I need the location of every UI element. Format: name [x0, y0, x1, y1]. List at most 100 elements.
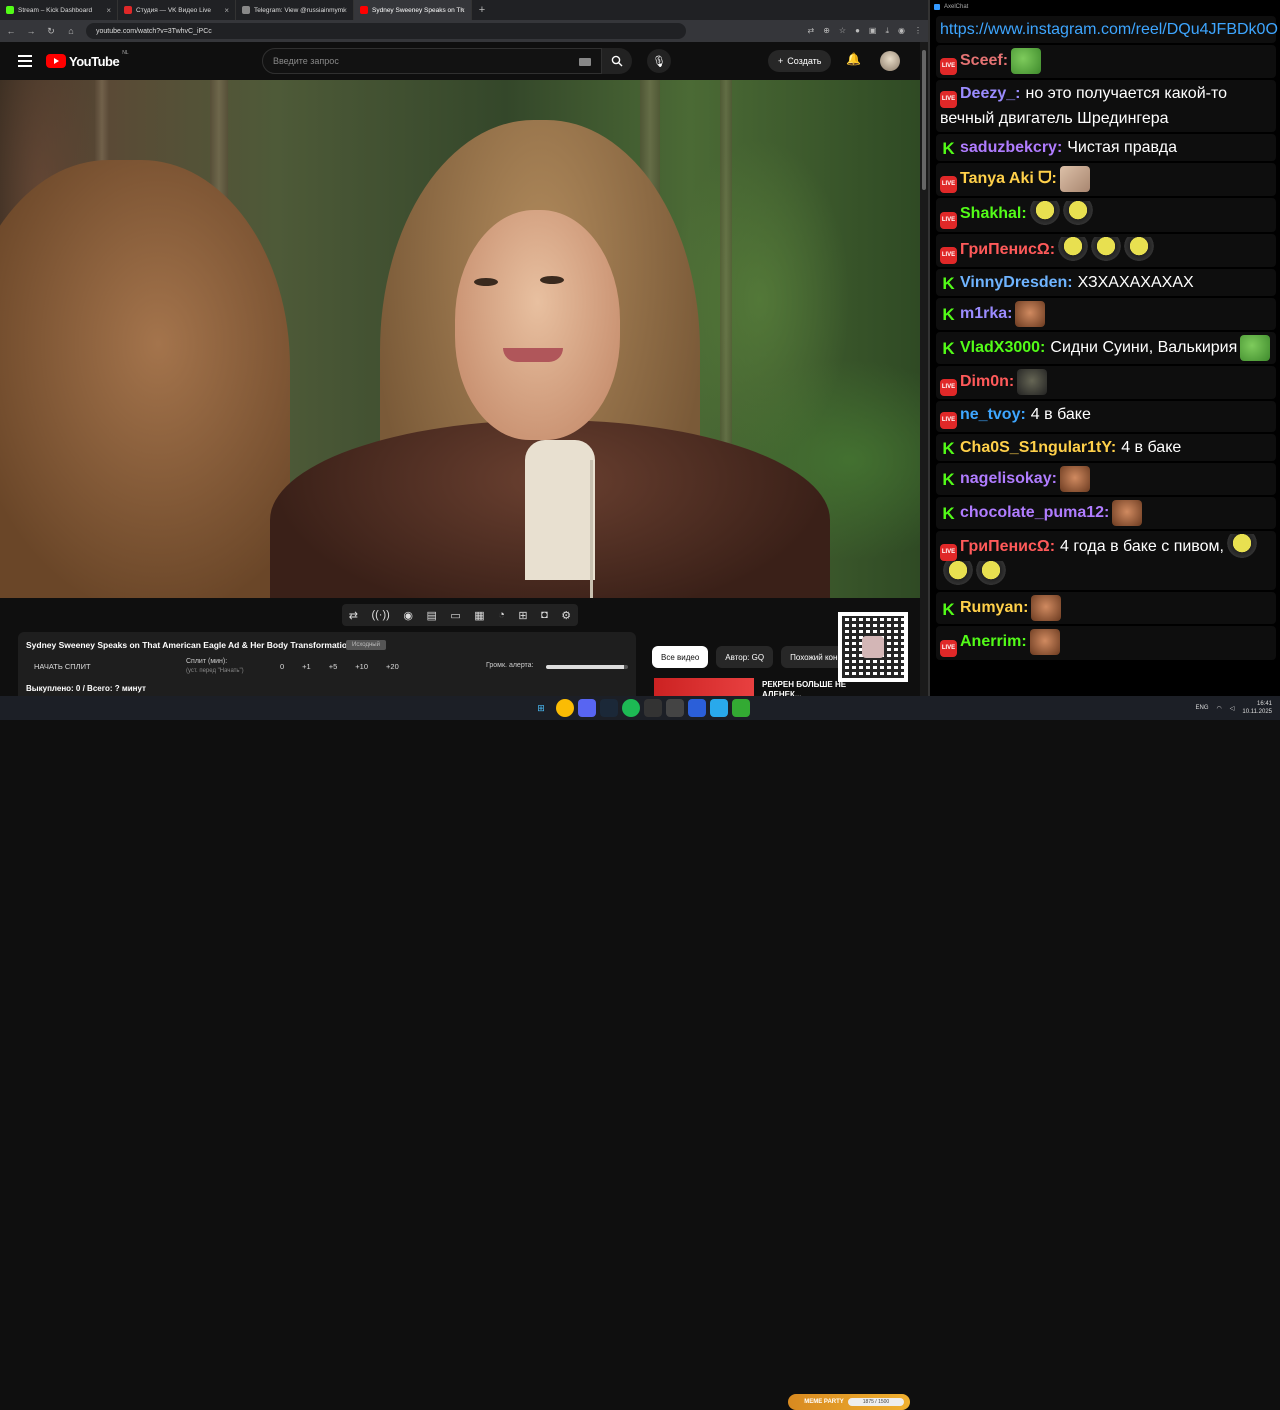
chat-nickname[interactable]: Tanya Aki ᗜ: — [960, 170, 1057, 187]
close-tab-icon[interactable]: × — [224, 6, 229, 15]
chat-nickname[interactable]: chocolate_puma12: — [960, 504, 1109, 521]
browser-tab-bar: Stream – Kick Dashboard × Студия — VK Виде… — [0, 0, 928, 20]
new-tab-icon[interactable]: + — [472, 4, 492, 16]
increment-button[interactable]: +1 — [302, 662, 311, 671]
create-label: Создать — [787, 56, 822, 66]
translate-icon[interactable]: ⇄ — [807, 26, 814, 36]
profile-icon[interactable]: ◉ — [898, 26, 905, 36]
chip-all-videos[interactable]: Все видео — [652, 646, 709, 668]
source-badge[interactable]: Исходный — [346, 640, 386, 650]
chat-nickname[interactable]: Dim0n: — [960, 373, 1014, 390]
video-player[interactable] — [0, 80, 920, 598]
chat-message: Ksaduzbekcry: Чистая правда — [936, 134, 1276, 162]
start-split-button[interactable]: НАЧАТЬ СПЛИТ — [34, 662, 91, 671]
avatar[interactable] — [880, 51, 900, 71]
subject-shirt — [525, 440, 595, 580]
zoom-icon[interactable]: ⊕ — [823, 26, 830, 36]
close-tab-icon[interactable]: × — [342, 6, 347, 15]
gear-icon[interactable]: ⚙ — [561, 609, 571, 622]
add-icon[interactable]: ⊞ — [518, 609, 527, 622]
browser-tab[interactable]: Студия — VK Видео Live × — [118, 0, 236, 20]
spotify-icon[interactable] — [622, 699, 640, 717]
browser-tab[interactable]: Sydney Sweeney Speaks on Th × — [354, 0, 472, 20]
chat-text: 4 года в баке с пивом, — [1060, 538, 1224, 556]
chat-link[interactable]: https://www.instagram.com/reel/DQu4JFBDk… — [940, 21, 1278, 38]
wifi-icon[interactable]: ◠ — [1217, 705, 1222, 712]
alert-volume-slider[interactable] — [546, 665, 628, 669]
keyboard-icon[interactable] — [579, 58, 591, 66]
youtube-logo[interactable]: YouTube NL — [46, 50, 129, 69]
chat-nickname[interactable]: Sceef: — [960, 52, 1008, 69]
reload-icon[interactable]: ↻ — [46, 26, 56, 37]
film-icon[interactable]: ▦ — [474, 609, 484, 622]
chat-nickname[interactable]: ne_tvoy: — [960, 406, 1026, 423]
search-button[interactable] — [602, 48, 632, 74]
chip-related[interactable]: Похожий кон — [781, 646, 847, 668]
close-tab-icon[interactable]: × — [460, 6, 465, 15]
split-label: Сплит (мин): — [186, 658, 228, 665]
microphone-icon[interactable]: 🎙 — [647, 49, 671, 73]
extension-icon[interactable]: ● — [855, 26, 860, 36]
home-icon[interactable]: ⌂ — [66, 26, 76, 36]
back-icon[interactable]: ← — [6, 26, 16, 36]
increment-button[interactable]: +20 — [386, 662, 399, 671]
create-button[interactable]: + Создать — [768, 50, 832, 72]
browser-tab[interactable]: Telegram: View @russiainmymi × — [236, 0, 354, 20]
app-icon[interactable] — [666, 699, 684, 717]
eye-icon[interactable]: ◉ — [403, 609, 413, 622]
chat-nickname[interactable]: Rumyan: — [960, 600, 1028, 617]
chat-nickname[interactable]: Cha0S_S1ngular1tY: — [960, 439, 1116, 456]
chat-nickname[interactable]: Deezy_: — [960, 85, 1020, 102]
forward-icon[interactable]: → — [26, 26, 36, 36]
alert-volume-label: Громк. алерта: — [486, 662, 534, 669]
download-icon[interactable]: ⤓ — [885, 26, 889, 36]
recommended-thumbnail[interactable] — [654, 678, 754, 698]
chat-nickname[interactable]: ГриПенисΩ: — [960, 241, 1055, 258]
chat-nickname[interactable]: nagelisokay: — [960, 470, 1057, 487]
url-field[interactable]: youtube.com/watch?v=3TwhvC_iPCc — [86, 23, 686, 39]
close-tab-icon[interactable]: × — [106, 6, 111, 15]
chip-author[interactable]: Автор: GQ — [716, 646, 774, 668]
taskbar: ⊞ MEME PARTY 1875 / 1500 ENG ◠ ◁ 16:41 10… — [0, 696, 1280, 1410]
notifications-bell-icon[interactable]: 🔔 — [846, 52, 861, 66]
app-icon[interactable] — [732, 699, 750, 717]
increment-button[interactable]: +5 — [329, 662, 338, 671]
chrome-icon[interactable] — [556, 699, 574, 717]
browser-tab[interactable]: Stream – Kick Dashboard × — [0, 0, 118, 20]
menu-dots-icon[interactable]: ⋮ — [914, 26, 922, 36]
chat-nickname[interactable]: Anerrim: — [960, 634, 1027, 651]
obs-icon[interactable] — [644, 699, 662, 717]
chat-nickname[interactable]: VladX3000: — [960, 339, 1045, 356]
search-input[interactable]: Введите запрос — [262, 48, 602, 74]
increment-button[interactable]: +10 — [355, 662, 368, 671]
vk-live-badge-icon: LIVE — [940, 639, 957, 657]
player-icon[interactable] — [688, 699, 706, 717]
chat-nickname[interactable]: ГриПенисΩ: — [960, 538, 1055, 555]
steam-icon[interactable] — [600, 699, 618, 717]
audio-icon[interactable]: ((·)) — [371, 609, 389, 621]
kick-badge-icon: K — [942, 339, 955, 359]
start-icon[interactable]: ⊞ — [532, 699, 550, 717]
language-indicator[interactable]: ENG — [1196, 705, 1209, 711]
chat-nickname[interactable]: VinnyDresden: — [960, 274, 1073, 291]
volume-icon[interactable]: ◁ — [1230, 705, 1235, 712]
chat-nickname[interactable]: Shakhal: — [960, 206, 1027, 223]
discord-icon[interactable] — [578, 699, 596, 717]
bookmark-star-icon[interactable]: ☆ — [839, 26, 846, 36]
hamburger-menu-icon[interactable] — [18, 55, 32, 67]
page-scrollbar[interactable] — [920, 42, 928, 696]
redeemed-status: Выкуплено: 0 / Всего: ? минут — [26, 684, 146, 693]
puzzle-icon[interactable]: ▣ — [869, 26, 877, 36]
speed-icon[interactable]: ◔ — [498, 609, 505, 621]
chat-message: LIVE Sceef: — [936, 45, 1276, 79]
split-sublabel: (уст. перед "Начать") — [186, 668, 244, 674]
chat-nickname[interactable]: m1rka: — [960, 305, 1012, 322]
telegram-icon[interactable] — [710, 699, 728, 717]
camera-icon[interactable]: ◘ — [541, 609, 548, 621]
dark-emote-icon — [1017, 368, 1048, 395]
chat-nickname[interactable]: saduzbekcry: — [960, 139, 1062, 156]
frame-icon[interactable]: ▭ — [450, 609, 460, 622]
clapper-icon[interactable]: ▤ — [426, 609, 436, 622]
loop-icon[interactable]: ⇄ — [349, 609, 358, 622]
clock[interactable]: 16:41 10.11.2025 — [1242, 700, 1272, 716]
